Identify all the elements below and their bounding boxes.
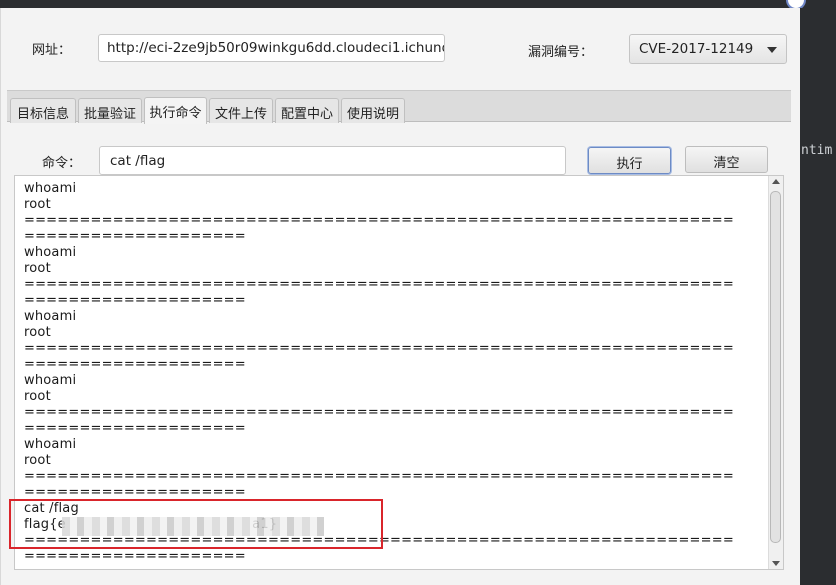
scroll-down-icon[interactable] xyxy=(772,561,780,566)
flag-highlight-box xyxy=(9,499,383,549)
output-line: ==================== xyxy=(24,293,246,308)
top-bar xyxy=(0,0,836,8)
output-line: root xyxy=(24,197,51,212)
scroll-up-icon[interactable] xyxy=(772,179,780,184)
tab-usage-guide[interactable]: 使用说明 xyxy=(341,98,405,123)
scrollbar-thumb[interactable] xyxy=(770,191,781,543)
output-line: ========================================… xyxy=(24,213,734,228)
output-line: whoami xyxy=(24,373,77,388)
output-line: ========================================… xyxy=(24,469,734,484)
output-line: root xyxy=(24,325,51,340)
tab-bar: 目标信息 批量验证 执行命令 文件上传 配置中心 使用说明 xyxy=(7,90,791,124)
command-input[interactable]: cat /flag xyxy=(99,146,566,175)
chevron-down-icon xyxy=(767,47,777,53)
background-editor-text: ntim xyxy=(801,143,833,158)
tab-file-upload[interactable]: 文件上传 xyxy=(209,98,273,123)
tab-execute-command[interactable]: 执行命令 xyxy=(144,97,207,124)
vuln-id-selected: CVE-2017-12149 xyxy=(639,41,754,57)
output-line: ==================== xyxy=(24,357,246,372)
output-line: ==================== xyxy=(24,549,246,564)
execute-button[interactable]: 执行 xyxy=(588,147,671,174)
output-line: ========================================… xyxy=(24,341,734,356)
url-label: 网址： xyxy=(32,43,72,58)
output-line: ==================== xyxy=(24,229,246,244)
output-line: whoami xyxy=(24,245,77,260)
tab-target-info[interactable]: 目标信息 xyxy=(10,98,76,123)
output-line: ==================== xyxy=(24,421,246,436)
output-line: ========================================… xyxy=(24,405,734,420)
tab-batch-verify[interactable]: 批量验证 xyxy=(78,98,142,123)
output-line: whoami xyxy=(24,437,77,452)
output-line: root xyxy=(24,389,51,404)
url-input[interactable]: http://eci-2ze9jb50r09winkgu6dd.cloudeci… xyxy=(98,34,445,62)
clear-button[interactable]: 清空 xyxy=(685,146,768,173)
output-line: whoami xyxy=(24,181,77,196)
output-line: ========================================… xyxy=(24,277,734,292)
tab-config-center[interactable]: 配置中心 xyxy=(275,98,339,123)
output-line: whoami xyxy=(24,309,77,324)
background-editor xyxy=(800,8,836,585)
vuln-id-select[interactable]: CVE-2017-12149 xyxy=(629,34,787,64)
output-line: root xyxy=(24,261,51,276)
command-label: 命令： xyxy=(42,156,82,171)
output-line: root xyxy=(24,453,51,468)
vuln-id-label: 漏洞编号： xyxy=(528,45,594,60)
